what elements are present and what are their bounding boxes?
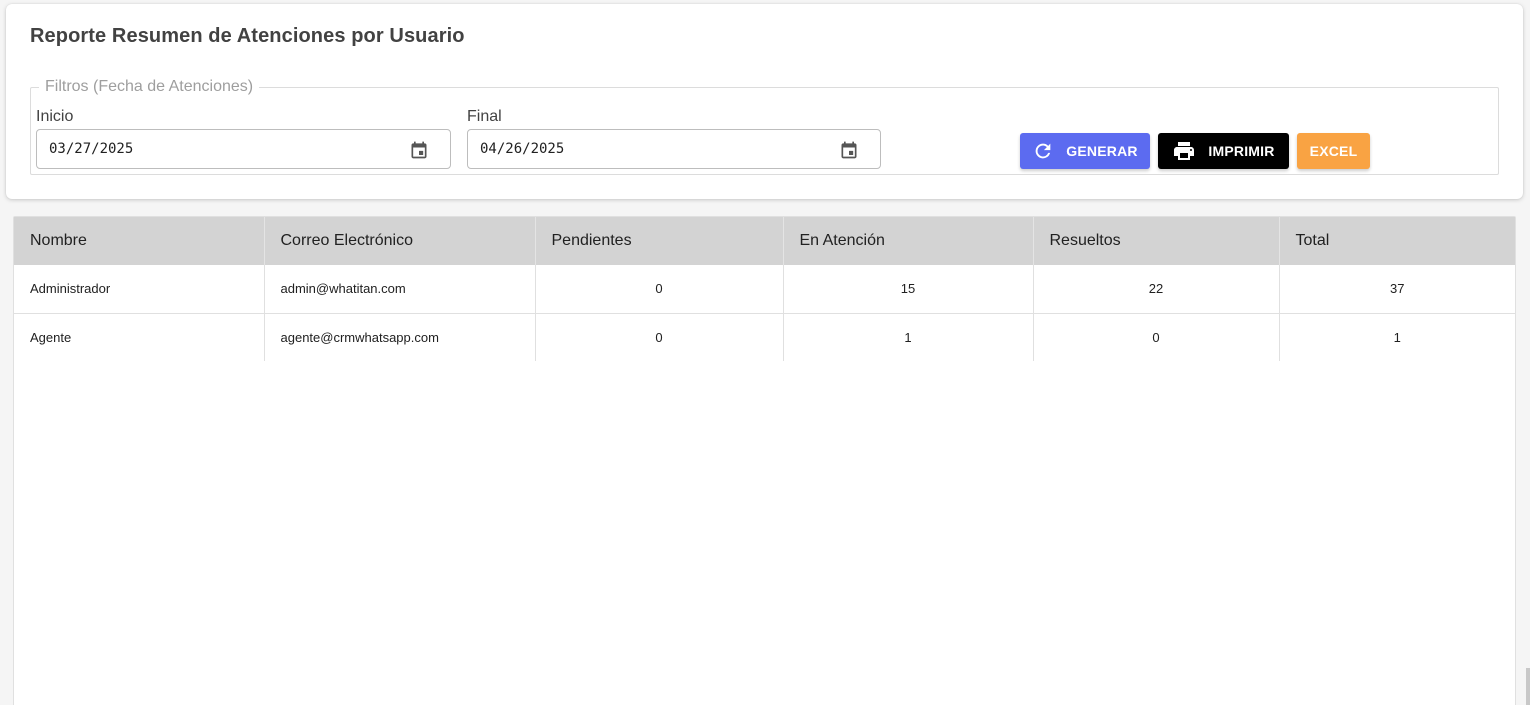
column-header-en-atencion[interactable]: En Atención — [783, 217, 1034, 265]
column-header-nombre[interactable]: Nombre — [14, 217, 265, 265]
cell-total: 1 — [1393, 329, 1401, 345]
table-row: Agente agente@crmwhatsapp.com 0 1 0 1 — [14, 313, 1515, 361]
calendar-icon[interactable] — [838, 139, 860, 161]
table-row: Administrador admin@whatitan.com 0 15 22… — [14, 265, 1515, 313]
printer-icon — [1172, 139, 1196, 163]
generar-label: GENERAR — [1066, 143, 1138, 159]
column-header-pendientes[interactable]: Pendientes — [535, 217, 784, 265]
cell-pendientes: 0 — [535, 265, 784, 313]
cell-resueltos: 0 — [1033, 313, 1280, 361]
filters-card: Reporte Resumen de Atenciones por Usuari… — [6, 4, 1523, 199]
end-date-value: 04/26/2025 — [480, 141, 565, 157]
end-date-input[interactable]: 04/26/2025 — [467, 129, 881, 169]
generar-button[interactable]: GENERAR — [1020, 133, 1150, 169]
cell-total: 37 — [1390, 281, 1405, 297]
report-table: Nombre Correo Electrónico Pendientes En … — [14, 217, 1515, 361]
end-date-label: Final — [467, 108, 502, 125]
imprimir-label: IMPRIMIR — [1208, 143, 1275, 159]
start-date-value: 03/27/2025 — [49, 141, 134, 157]
column-header-total[interactable]: Total — [1279, 217, 1515, 265]
table-header-row: Nombre Correo Electrónico Pendientes En … — [14, 217, 1515, 265]
scrollbar[interactable] — [1526, 668, 1530, 705]
cell-resueltos: 22 — [1033, 265, 1280, 313]
filters-legend: Filtros (Fecha de Atenciones) — [45, 78, 254, 95]
start-date-input[interactable]: 03/27/2025 — [36, 129, 451, 169]
cell-en-atencion: 15 — [783, 265, 1034, 313]
calendar-icon[interactable] — [408, 139, 430, 161]
imprimir-button[interactable]: IMPRIMIR — [1158, 133, 1289, 169]
cell-pendientes: 0 — [535, 313, 784, 361]
refresh-icon — [1032, 140, 1054, 162]
column-header-correo[interactable]: Correo Electrónico — [264, 217, 536, 265]
column-header-resueltos[interactable]: Resueltos — [1033, 217, 1280, 265]
report-table-card: Nombre Correo Electrónico Pendientes En … — [13, 216, 1516, 705]
cell-nombre: Agente — [14, 313, 265, 361]
cell-nombre: Administrador — [14, 265, 265, 313]
cell-correo: agente@crmwhatsapp.com — [264, 313, 536, 361]
start-date-label: Inicio — [36, 108, 74, 125]
cell-correo: admin@whatitan.com — [264, 265, 536, 313]
cell-en-atencion: 1 — [783, 313, 1034, 361]
page-title: Reporte Resumen de Atenciones por Usuari… — [30, 25, 465, 47]
excel-button[interactable]: EXCEL — [1297, 133, 1370, 169]
